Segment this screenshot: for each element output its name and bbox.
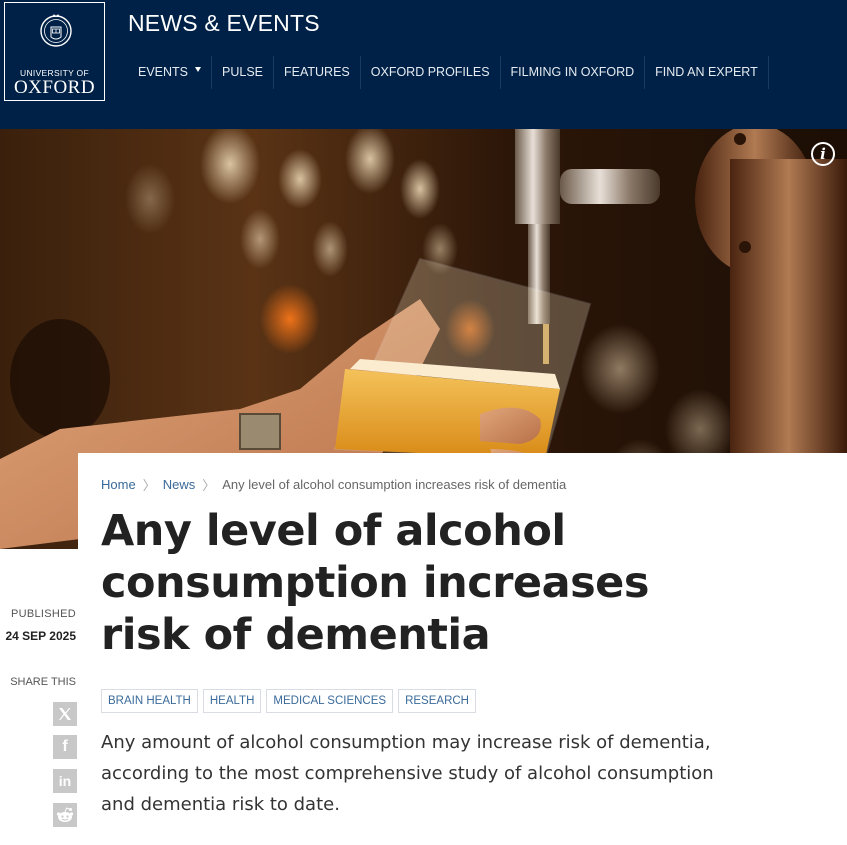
nav-item-events[interactable]: EVENTS (128, 56, 213, 89)
tag-research[interactable]: RESEARCH (398, 689, 476, 713)
tag-health[interactable]: HEALTH (202, 689, 262, 713)
site-header: UNIVERSITY OF OXFORD NEWS & EVENTS EVENT… (0, 0, 847, 129)
info-icon[interactable]: i (811, 142, 835, 166)
oxford-crest-icon (40, 14, 72, 47)
site-title[interactable]: NEWS & EVENTS (128, 10, 320, 37)
page-title: Any level of alcohol consumption increas… (101, 506, 649, 660)
facebook-icon: f (62, 738, 68, 755)
nav-item-filming-in-oxford[interactable]: FILMING IN OXFORD (501, 56, 646, 89)
reddit-icon (56, 807, 74, 822)
published-date: 24 SEP 2025 (5, 629, 76, 643)
share-linkedin-button[interactable]: in (53, 769, 77, 793)
nav-item-find-an-expert[interactable]: FIND AN EXPERT (645, 56, 769, 89)
oxford-logo[interactable]: UNIVERSITY OF OXFORD (4, 2, 105, 101)
tag-list: BRAIN HEALTH HEALTH MEDICAL SCIENCES RES… (101, 689, 476, 713)
nav-item-label: PULSE (222, 65, 264, 79)
logo-oxford-text: OXFORD (13, 77, 96, 98)
nav-item-label: FEATURES (284, 65, 350, 79)
x-icon (59, 708, 71, 720)
share-facebook-button[interactable]: f (53, 735, 77, 759)
share-label: SHARE THIS (10, 676, 76, 688)
breadcrumb-home[interactable]: Home (101, 477, 136, 492)
nav-item-label: FILMING IN OXFORD (510, 65, 635, 79)
tag-medical-sciences[interactable]: MEDICAL SCIENCES (266, 689, 394, 713)
share-reddit-button[interactable] (53, 803, 77, 827)
breadcrumb-current: Any level of alcohol consumption increas… (222, 477, 567, 492)
nav-item-label: OXFORD PROFILES (370, 65, 490, 79)
breadcrumb-separator-icon: 〉 (202, 478, 216, 493)
nav-item-oxford-profiles[interactable]: OXFORD PROFILES (361, 56, 501, 89)
tag-brain-health[interactable]: BRAIN HEALTH (101, 689, 198, 713)
nav-item-pulse[interactable]: PULSE (212, 56, 275, 89)
nav-item-features[interactable]: FEATURES (274, 56, 361, 89)
article-content: Home 〉 News 〉 Any level of alcohol consu… (78, 453, 847, 845)
breadcrumb: Home 〉 News 〉 Any level of alcohol consu… (101, 475, 566, 494)
share-x-button[interactable] (53, 702, 77, 726)
linkedin-icon: in (58, 773, 72, 789)
breadcrumb-news[interactable]: News (163, 477, 196, 492)
article-summary: Any amount of alcohol consumption may in… (101, 732, 714, 815)
caret-down-icon (195, 67, 202, 72)
main-nav: EVENTS PULSE FEATURES OXFORD PROFILES FI… (128, 56, 769, 89)
published-label: PUBLISHED (10, 608, 76, 620)
breadcrumb-separator-icon: 〉 (142, 478, 156, 493)
nav-item-label: FIND AN EXPERT (655, 65, 758, 79)
nav-item-label: EVENTS (138, 65, 189, 79)
